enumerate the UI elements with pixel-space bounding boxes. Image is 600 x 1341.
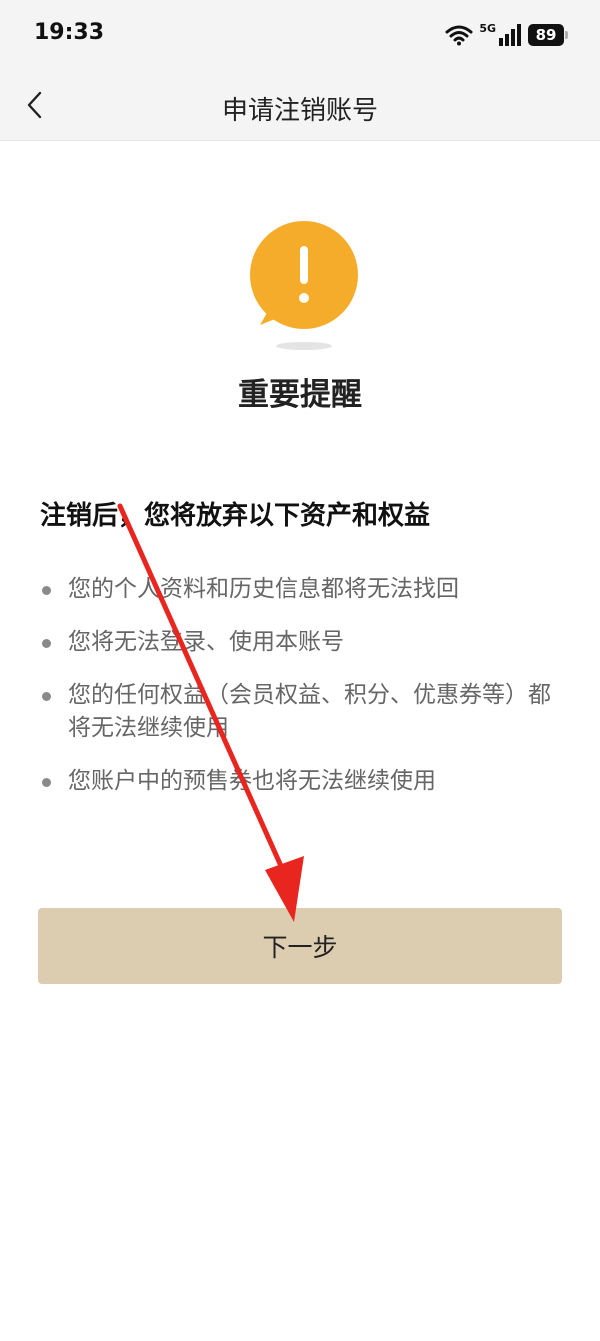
rights-list: 您的个人资料和历史信息都将无法找回 您将无法登录、使用本账号 您的任何权益（会员…	[40, 573, 560, 818]
list-item: 您的任何权益（会员权益、积分、优惠券等）都将无法继续使用	[40, 679, 560, 745]
list-item: 您将无法登录、使用本账号	[40, 626, 560, 659]
exclamation-bubble-icon	[250, 221, 358, 350]
status-bar: 19:33 5G 89	[0, 0, 600, 70]
section-title: 注销后，您将放弃以下资产和权益	[40, 501, 431, 531]
list-item-text: 您将无法登录、使用本账号	[68, 629, 344, 655]
list-item-text: 您的任何权益（会员权益、积分、优惠券等）都将无法继续使用	[68, 682, 551, 741]
next-step-button[interactable]: 下一步	[38, 908, 562, 984]
signal-icon	[499, 24, 521, 46]
list-item: 您账户中的预售券也将无法继续使用	[40, 765, 560, 798]
headline: 重要提醒	[238, 377, 362, 413]
status-time: 19:33	[34, 20, 105, 45]
network-type: 5G	[479, 22, 496, 35]
wifi-icon	[445, 25, 473, 46]
page-title: 申请注销账号	[221, 96, 378, 126]
nav-bar: 申请注销账号	[0, 70, 600, 141]
main-content: 重要提醒 注销后，您将放弃以下资产和权益 您的个人资料和历史信息都将无法找回 您…	[0, 141, 600, 1341]
bullet-dot-icon	[42, 778, 51, 787]
list-item-text: 您的个人资料和历史信息都将无法找回	[68, 576, 459, 602]
list-item: 您的个人资料和历史信息都将无法找回	[40, 573, 560, 606]
status-icons: 5G 89	[445, 22, 568, 48]
battery-level: 89	[535, 26, 557, 44]
battery-icon: 89	[528, 24, 568, 46]
bullet-dot-icon	[42, 586, 51, 595]
bullet-dot-icon	[42, 639, 51, 648]
list-item-text: 您账户中的预售券也将无法继续使用	[68, 768, 436, 794]
bullet-dot-icon	[42, 692, 51, 701]
